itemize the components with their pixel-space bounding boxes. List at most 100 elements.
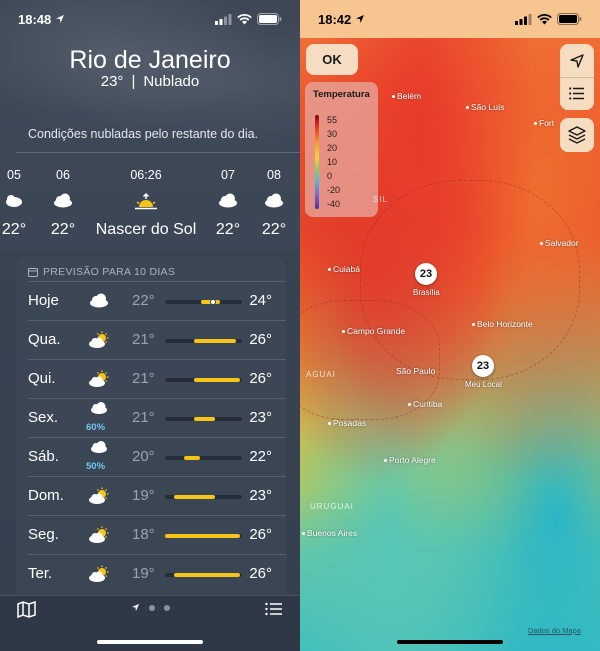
- temperature-range-fill: [194, 417, 216, 421]
- row-divider: [28, 320, 286, 321]
- forecast-day: Sex.: [28, 409, 59, 426]
- cloud-icon: [88, 292, 110, 313]
- temperature-range-fill: [194, 378, 241, 382]
- forecast-low: 21°: [132, 409, 155, 426]
- forecast-high: 26°: [249, 370, 272, 387]
- row-divider: [28, 398, 286, 399]
- forecast-day: Qui.: [28, 370, 56, 387]
- forecast-row[interactable]: Qui. 21° 26°: [16, 359, 286, 398]
- temperature-range-fill: [174, 573, 241, 577]
- forecast-high: 23°: [249, 409, 272, 426]
- temperature-range-bar: [165, 339, 242, 343]
- temperature-range-fill: [174, 495, 216, 499]
- temperature-range-bar: [165, 299, 242, 305]
- city-label[interactable]: Buenos Aires: [302, 528, 357, 538]
- page-indicator[interactable]: [0, 603, 300, 612]
- status-time-group: 18:42: [318, 12, 365, 27]
- hourly-divider: [16, 152, 300, 153]
- city-label[interactable]: Posadas: [328, 418, 366, 428]
- legend-tick: 20: [327, 143, 338, 153]
- row-divider: [28, 476, 286, 477]
- forecast-day: Ter.: [28, 565, 53, 582]
- calendar-icon: [28, 268, 38, 277]
- ok-button[interactable]: OK: [306, 44, 358, 75]
- hour-time: 05: [7, 168, 21, 182]
- map-controls: [560, 44, 594, 110]
- row-divider: [28, 437, 286, 438]
- city-label[interactable]: Curitiba: [408, 399, 442, 409]
- my-location-pin[interactable]: 23: [472, 355, 494, 377]
- status-time-group: 18:48: [18, 12, 65, 27]
- legend-tick: -40: [327, 199, 341, 209]
- location-arrow-icon: [131, 603, 139, 612]
- sunrise-label: Nascer do Sol: [95, 221, 197, 238]
- temperature-range-bar: [165, 456, 242, 460]
- forecast-row[interactable]: Seg. 18° 26°: [16, 515, 286, 554]
- partly-sunny-icon: [88, 487, 112, 510]
- temperature-range-bar: [165, 417, 242, 421]
- city-label[interactable]: Belém: [392, 91, 421, 101]
- city-label[interactable]: Campo Grande: [342, 326, 405, 336]
- forecast-row[interactable]: Sex. 60% 21° 23°: [16, 398, 286, 437]
- city-label[interactable]: Cuiabá: [328, 264, 360, 274]
- cloud-icon: [263, 192, 285, 213]
- forecast-header-label: PREVISÃO PARA 10 DIAS: [43, 266, 176, 278]
- city-label[interactable]: Salvador: [540, 238, 579, 248]
- city-label[interactable]: São Luís: [466, 102, 505, 112]
- forecast-day: Seg.: [28, 526, 59, 543]
- temperature-range-bar: [165, 534, 242, 538]
- city-label[interactable]: Porto Alegre: [384, 455, 436, 465]
- country-label: URUGUAI: [310, 502, 354, 511]
- weather-panel: 18:48 Rio de Janeiro 23° | Nublado Condi…: [0, 0, 300, 651]
- forecast-row[interactable]: Qua. 21° 26°: [16, 320, 286, 359]
- sunrise-icon: [134, 192, 158, 215]
- ten-day-forecast[interactable]: PREVISÃO PARA 10 DIAS Hoje 22° 24° Qua. 21° 2…: [16, 256, 286, 596]
- legend-color-scale: [315, 115, 319, 209]
- status-icons: [515, 13, 582, 25]
- legend-tick: 30: [327, 129, 338, 139]
- forecast-low: 22°: [132, 292, 155, 309]
- temperature-pin[interactable]: 23: [415, 263, 437, 285]
- cloud-icon: [217, 192, 239, 213]
- forecast-day: Hoje: [28, 292, 59, 309]
- location-arrow-icon[interactable]: [569, 53, 585, 69]
- forecast-day: Qua.: [28, 331, 61, 348]
- temperature-range-bar: [165, 573, 242, 577]
- legend-tick: 10: [327, 157, 338, 167]
- cellular-signal-icon: [515, 13, 532, 25]
- layers-button[interactable]: [560, 118, 594, 152]
- conditions-summary: Condições nubladas pelo restante do dia.: [28, 127, 259, 141]
- battery-icon: [257, 13, 282, 25]
- forecast-low: 19°: [132, 487, 155, 504]
- home-indicator[interactable]: [97, 640, 203, 644]
- temperature-range-bar: [165, 378, 242, 382]
- row-divider: [28, 359, 286, 360]
- forecast-high: 26°: [249, 331, 272, 348]
- status-icons: [215, 13, 282, 25]
- forecast-high: 26°: [249, 565, 272, 582]
- forecast-row[interactable]: Sáb. 50% 20° 22°: [16, 437, 286, 476]
- temperature-range-fill: [184, 456, 200, 460]
- forecast-high: 22°: [249, 448, 272, 465]
- rain-icon: [88, 441, 110, 460]
- pin-label: Brasília: [413, 288, 440, 297]
- forecast-row[interactable]: Dom. 19° 23°: [16, 476, 286, 515]
- forecast-row[interactable]: Hoje 22° 24°: [16, 281, 286, 320]
- city-label[interactable]: Fort: [534, 118, 554, 128]
- location-services-icon: [56, 15, 65, 23]
- home-indicator[interactable]: [397, 640, 503, 644]
- city-label[interactable]: Belo Horizonte: [472, 319, 533, 329]
- list-icon[interactable]: [569, 87, 585, 100]
- legend-tick: 0: [327, 171, 333, 181]
- wifi-icon: [237, 13, 252, 24]
- row-divider: [28, 515, 286, 516]
- map-data-link[interactable]: Dados do Mapa: [528, 626, 581, 635]
- pin-label: Meu Local: [465, 380, 502, 389]
- page-dot: [148, 604, 155, 611]
- current-condition: Nublado: [143, 73, 200, 90]
- hour-time: 06:26: [130, 168, 162, 182]
- city-label[interactable]: São Paulo: [396, 366, 435, 376]
- hour-temp: 22°: [1, 221, 27, 238]
- temperature-map-panel[interactable]: 18:42 OK Temperatura 55 30 20 10 0 -20 -…: [300, 0, 600, 651]
- forecast-row[interactable]: Ter. 19° 26°: [16, 554, 286, 593]
